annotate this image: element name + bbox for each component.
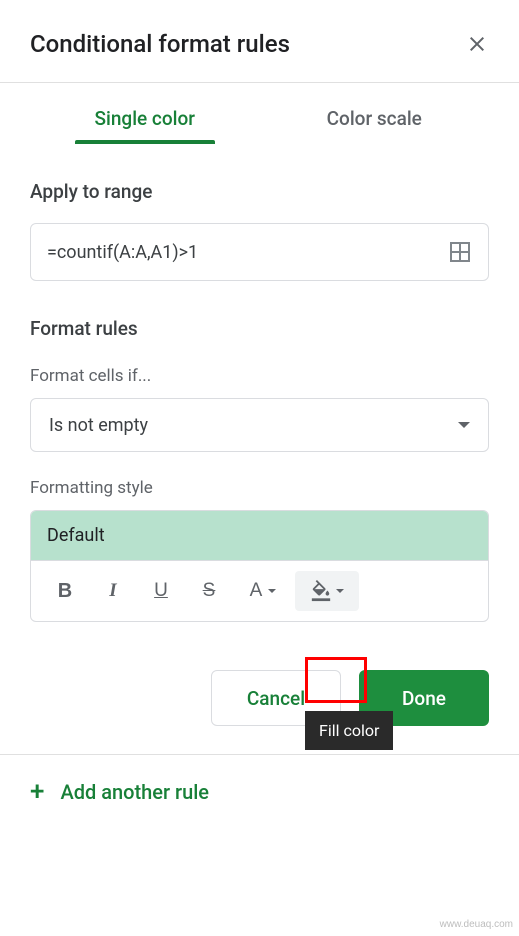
italic-button[interactable]: I — [91, 571, 135, 611]
style-toolbar: B I U S A — [31, 560, 488, 621]
add-another-rule-button[interactable]: + Add another rule — [0, 755, 519, 829]
tab-single-color[interactable]: Single color — [30, 107, 260, 144]
text-color-button[interactable]: A — [235, 571, 291, 611]
fill-color-button[interactable] — [295, 571, 359, 611]
add-rule-label: Add another rule — [60, 780, 209, 804]
plus-icon: + — [30, 779, 44, 805]
paint-bucket-icon — [310, 580, 332, 602]
text-color-label: A — [250, 580, 263, 602]
select-range-icon[interactable] — [448, 240, 472, 264]
close-icon[interactable] — [465, 32, 489, 56]
format-cells-if-label: Format cells if... — [30, 366, 489, 386]
style-preview[interactable]: Default — [31, 511, 488, 560]
chevron-down-icon — [336, 589, 344, 593]
chevron-down-icon — [458, 422, 470, 428]
condition-value: Is not empty — [49, 415, 148, 436]
formatting-style-label: Formatting style — [30, 478, 489, 498]
apply-to-range-label: Apply to range — [30, 180, 489, 203]
underline-button[interactable]: U — [139, 571, 183, 611]
watermark: www.deuaq.com — [440, 919, 513, 930]
style-box: Default B I U S A — [30, 510, 489, 622]
condition-select[interactable]: Is not empty — [30, 398, 489, 452]
format-rules-label: Format rules — [30, 317, 489, 340]
range-input[interactable] — [47, 242, 448, 263]
chevron-down-icon — [268, 589, 276, 593]
strikethrough-button[interactable]: S — [187, 571, 231, 611]
tab-color-scale[interactable]: Color scale — [260, 107, 490, 144]
panel-title: Conditional format rules — [30, 30, 290, 58]
range-input-container — [30, 223, 489, 281]
fill-color-tooltip: Fill color — [305, 711, 393, 750]
bold-button[interactable]: B — [43, 571, 87, 611]
